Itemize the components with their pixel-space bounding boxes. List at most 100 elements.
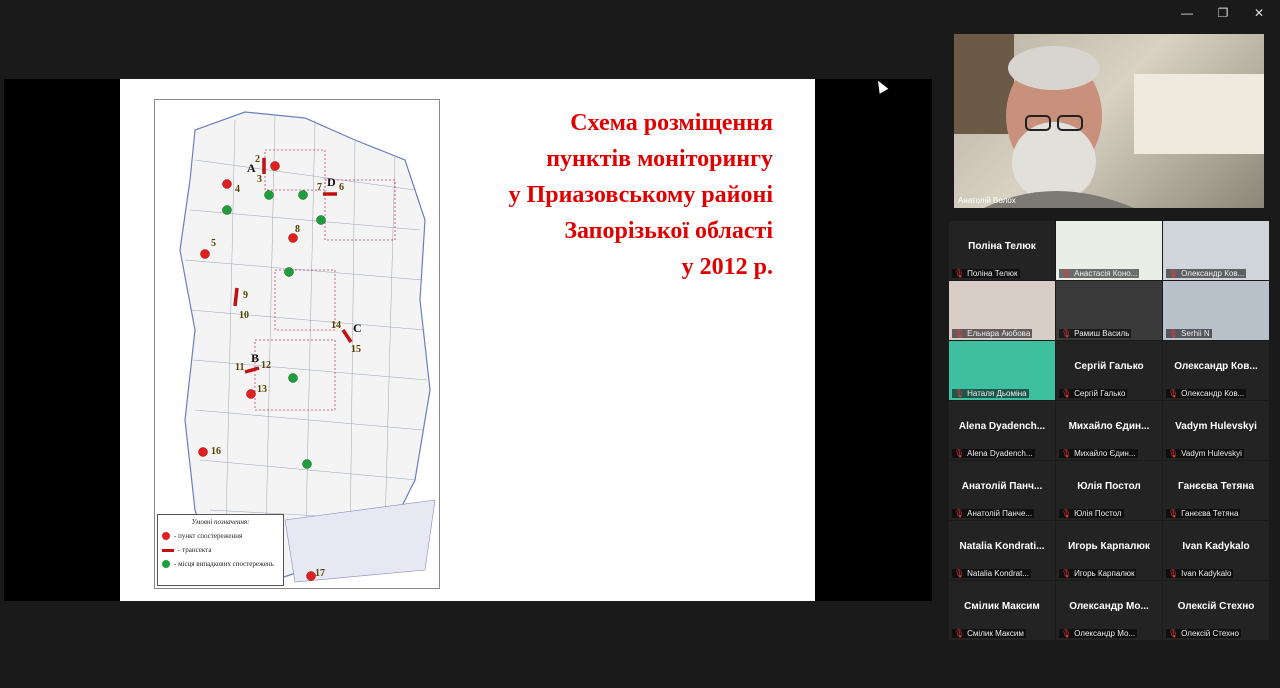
map-letter-b: B: [251, 351, 259, 365]
muted-mic-icon: 🎙: [954, 509, 965, 518]
participant-name-label: 🎙 Смілик Максим: [952, 629, 1026, 638]
svg-text:8: 8: [295, 224, 300, 235]
svg-text:2: 2: [255, 154, 260, 165]
muted-mic-icon: 🎙: [954, 569, 965, 578]
participant-tile[interactable]: 🎙 Serhii N: [1163, 281, 1269, 340]
participant-name-label: 🎙 Поліна Телюк: [952, 269, 1020, 278]
participant-display-name: Анатолій Панч...: [961, 481, 1043, 492]
muted-mic-icon: 🎙: [1168, 449, 1179, 458]
participant-name-label: 🎙 Михайло Єдин...: [1059, 449, 1138, 458]
participant-name-label: 🎙 Сергій Галько: [1059, 389, 1128, 398]
participant-display-name: Поліна Телюк: [968, 241, 1036, 252]
participant-name-label: 🎙 Ivan Kadykalo: [1166, 569, 1234, 578]
restore-button[interactable]: ❐: [1208, 4, 1238, 22]
participant-name-label: 🎙 Natalia Kondrat...: [952, 569, 1031, 578]
participant-display-name: Смілик Максим: [964, 601, 1040, 612]
participant-tile[interactable]: 🎙 Рамиш Василь: [1056, 281, 1162, 340]
svg-text:7: 7: [317, 182, 322, 193]
svg-text:11: 11: [235, 362, 244, 373]
participant-tile[interactable]: Анатолій Панч... 🎙 Анатолій Панче...: [949, 461, 1055, 520]
svg-text:10: 10: [239, 310, 249, 321]
participant-tile[interactable]: Vadym Hulevskyi 🎙 Vadym Hulevskyi: [1163, 401, 1269, 460]
participant-name-label: 🎙 Олександр Ков...: [1166, 389, 1247, 398]
svg-text:16: 16: [211, 446, 221, 457]
svg-text:13: 13: [257, 384, 267, 395]
participant-name-label: 🎙 Ельнара Аюбова: [952, 329, 1033, 338]
muted-mic-icon: 🎙: [1168, 569, 1179, 578]
svg-text:3: 3: [257, 174, 262, 185]
participant-gallery: Поліна Телюк 🎙 Поліна Телюк 🎙 Анастасія Коно…: [949, 221, 1269, 641]
participant-name-label: 🎙 Олександр Ков...: [1166, 269, 1247, 278]
legend-item-random: - місця випадкових спостережень: [162, 560, 283, 568]
muted-mic-icon: 🎙: [1061, 269, 1072, 278]
legend-title: Умовні позначення:: [191, 518, 250, 526]
muted-mic-icon: 🎙: [954, 329, 965, 338]
participant-tile[interactable]: Alena Dyadench... 🎙 Alena Dyadench...: [949, 401, 1055, 460]
slide-title: Схема розміщення пунктів моніторингу у П…: [508, 110, 773, 280]
participant-tile[interactable]: Михайло Єдин... 🎙 Михайло Єдин...: [1056, 401, 1162, 460]
participant-tile[interactable]: 🎙 Анастасія Коно...: [1056, 221, 1162, 280]
participant-tile[interactable]: Ганєєва Тетяна 🎙 Ганєєва Тетяна: [1163, 461, 1269, 520]
participant-tile[interactable]: 🎙 Олександр Ков...: [1163, 221, 1269, 280]
participant-display-name: Natalia Kondrati...: [959, 541, 1045, 552]
svg-text:4: 4: [235, 184, 240, 195]
muted-mic-icon: 🎙: [1061, 569, 1072, 578]
participant-tile[interactable]: Natalia Kondrati... 🎙 Natalia Kondrat...: [949, 521, 1055, 580]
presentation-slide: A B C D 2 3 4 5 6 7 8 9 10 11 12 13 14 1…: [120, 79, 815, 601]
participant-tile[interactable]: 🎙 Ельнара Аюбова: [949, 281, 1055, 340]
participant-name-label: 🎙 Олексій Стехно: [1166, 629, 1241, 638]
participant-tile[interactable]: Олександр Мо... 🎙 Олександр Мо...: [1056, 581, 1162, 640]
legend-item-point: - пункт спостереження: [162, 532, 283, 540]
participant-tile[interactable]: Ivan Kadykalo 🎙 Ivan Kadykalo: [1163, 521, 1269, 580]
participant-name-label: 🎙 Игорь Карпалюк: [1059, 569, 1137, 578]
participant-tile[interactable]: Сергій Галько 🎙 Сергій Галько: [1056, 341, 1162, 400]
svg-text:14: 14: [331, 320, 341, 331]
muted-mic-icon: 🎙: [1168, 269, 1179, 278]
participant-tile[interactable]: Поліна Телюк 🎙 Поліна Телюк: [949, 221, 1055, 280]
muted-mic-icon: 🎙: [954, 629, 965, 638]
participant-display-name: Сергій Галько: [1074, 361, 1144, 372]
participant-display-name: Олександр Мо...: [1069, 601, 1149, 612]
close-button[interactable]: ✕: [1244, 4, 1274, 22]
legend-item-transect: - трансекта: [162, 546, 283, 554]
participant-tile[interactable]: Олександр Ков... 🎙 Олександр Ков...: [1163, 341, 1269, 400]
svg-text:17: 17: [315, 568, 325, 579]
participant-tile[interactable]: Игорь Карпалюк 🎙 Игорь Карпалюк: [1056, 521, 1162, 580]
muted-mic-icon: 🎙: [1061, 509, 1072, 518]
muted-mic-icon: 🎙: [1168, 509, 1179, 518]
participant-tile[interactable]: Юлія Постол 🎙 Юлія Постол: [1056, 461, 1162, 520]
svg-text:5: 5: [211, 238, 216, 249]
map-legend: Умовні позначення: - пункт спостереження…: [157, 514, 284, 586]
speaker-name: Анатолій Волох: [958, 196, 1016, 205]
participant-display-name: Ганєєва Тетяна: [1178, 481, 1254, 492]
participant-name-label: 🎙 Alena Dyadench...: [952, 449, 1035, 458]
muted-mic-icon: 🎙: [1168, 329, 1179, 338]
participant-tile[interactable]: Смілик Максим 🎙 Смілик Максим: [949, 581, 1055, 640]
participant-name-label: 🎙 Ганєєва Тетяна: [1166, 509, 1241, 518]
participant-tile[interactable]: Олексій Стехно 🎙 Олексій Стехно: [1163, 581, 1269, 640]
svg-text:9: 9: [243, 290, 248, 301]
participant-display-name: Alena Dyadench...: [958, 421, 1046, 432]
muted-mic-icon: 🎙: [1168, 389, 1179, 398]
participant-display-name: Vadym Hulevskyi: [1175, 421, 1257, 432]
participant-display-name: Олександр Ков...: [1174, 361, 1258, 372]
participant-tile[interactable]: 🎙 Наталя Дьоміна: [949, 341, 1055, 400]
muted-mic-icon: 🎙: [1061, 389, 1072, 398]
muted-mic-icon: 🎙: [954, 269, 965, 278]
participant-name-label: 🎙 Анастасія Коно...: [1059, 269, 1140, 278]
muted-mic-icon: 🎙: [1061, 449, 1072, 458]
minimize-button[interactable]: —: [1172, 4, 1202, 22]
participant-display-name: Юлія Постол: [1077, 481, 1141, 492]
svg-text:15: 15: [351, 344, 361, 355]
participant-name-label: 🎙 Олександр Мо...: [1059, 629, 1138, 638]
muted-mic-icon: 🎙: [1061, 329, 1072, 338]
monitoring-map: A B C D 2 3 4 5 6 7 8 9 10 11 12 13 14 1…: [154, 99, 440, 589]
speaker-silhouette-icon: [954, 34, 1264, 208]
muted-mic-icon: 🎙: [954, 389, 965, 398]
participant-name-label: 🎙 Рамиш Василь: [1059, 329, 1132, 338]
map-letter-d: D: [327, 175, 336, 189]
participant-name-label: 🎙 Наталя Дьоміна: [952, 389, 1029, 398]
active-speaker-video[interactable]: Анатолій Волох: [954, 34, 1264, 208]
muted-mic-icon: 🎙: [1061, 629, 1072, 638]
participant-display-name: Михайло Єдин...: [1068, 421, 1150, 432]
